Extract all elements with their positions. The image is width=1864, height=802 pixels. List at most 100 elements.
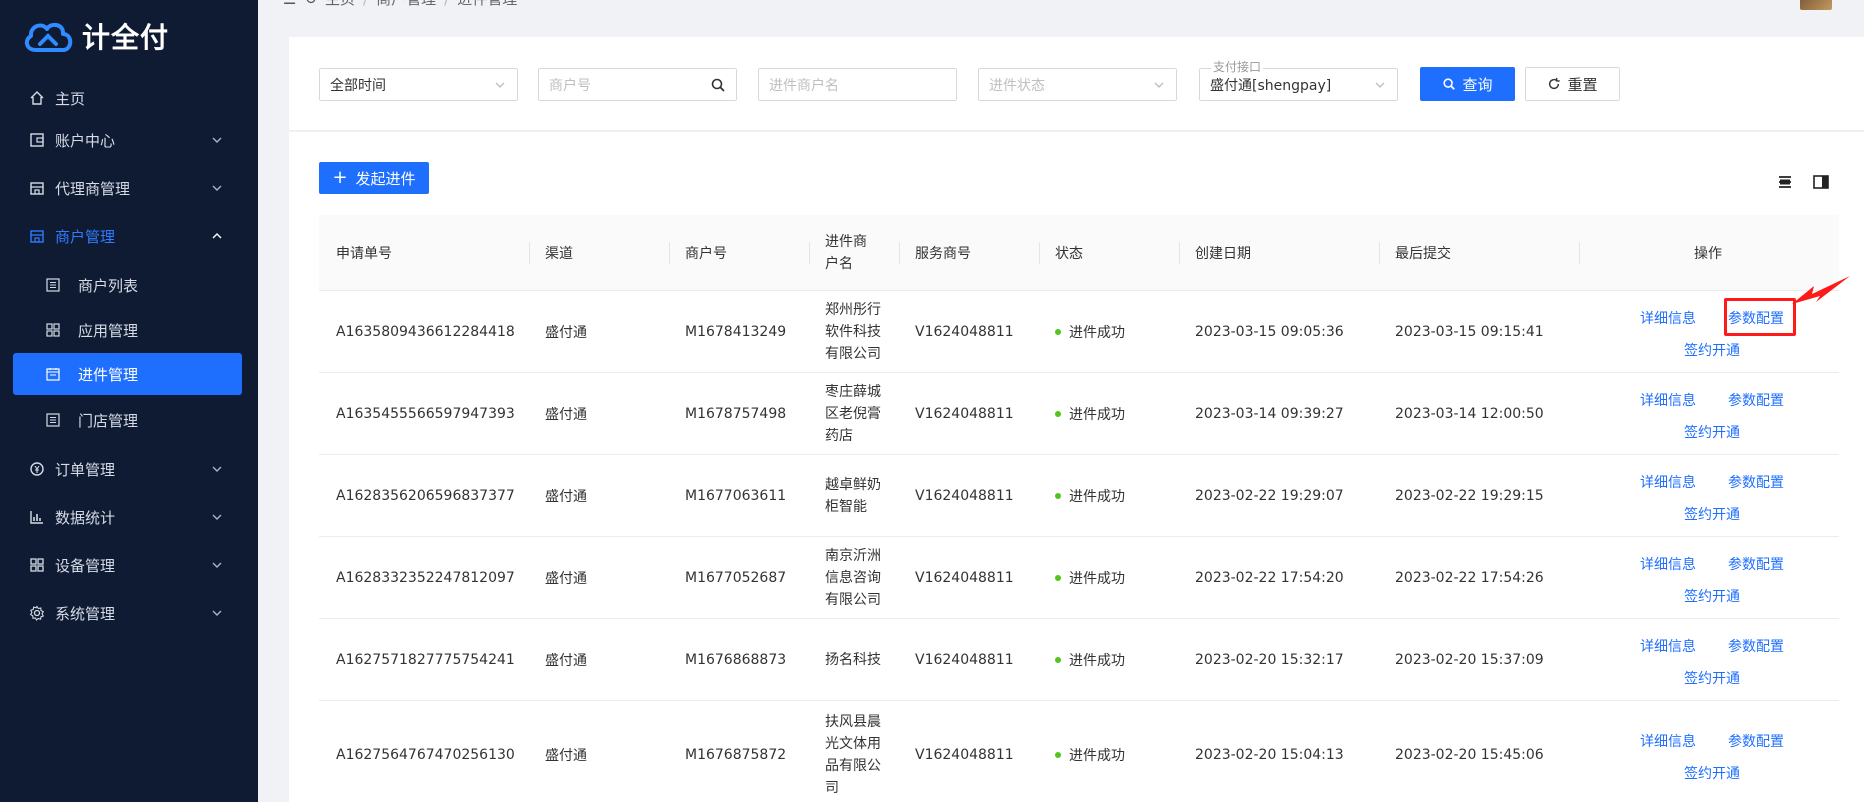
sign-open-link[interactable]: 签约开通 [1684, 668, 1740, 688]
sidebar-item-label: 订单管理 [55, 460, 116, 479]
cell-merchant-name-line: 柜智能 [825, 499, 867, 515]
refresh-icon[interactable]: ↻ [304, 0, 317, 8]
sidebar-item-account[interactable]: 账户中心 [0, 118, 258, 162]
cell-merchant-name: 郑州彤行 软件科技 有限公司 [825, 299, 885, 365]
table-row: A1635809436612284418 盛付通 M1678413249 郑州彤行 软件… [319, 291, 1839, 373]
column-header-last-submitted: 最后提交 [1395, 246, 1451, 262]
cloud-logo-icon [24, 22, 73, 52]
detail-link[interactable]: 详细信息 [1640, 554, 1696, 574]
column-header-status: 状态 [1055, 246, 1083, 262]
sidebar-subitem-store-management[interactable]: 门店管理 [0, 398, 258, 442]
chevron-down-icon [495, 82, 505, 88]
breadcrumb-separator: / [444, 0, 449, 8]
status-text: 进件成功 [1069, 489, 1125, 505]
sidebar-item-label: 数据统计 [55, 508, 116, 527]
sidebar-item-statistics[interactable]: 数据统计 [0, 495, 258, 539]
merchant-no-input[interactable]: 商户号 [538, 68, 737, 101]
list-icon [45, 412, 61, 428]
chevron-down-icon [1154, 82, 1164, 88]
avatar[interactable] [1800, 0, 1832, 10]
sidebar-item-merchant[interactable]: 商户管理 [0, 214, 258, 258]
merchant-name-input[interactable]: 进件商户名 [758, 68, 957, 101]
params-config-link[interactable]: 参数配置 [1728, 472, 1784, 492]
cell-id: A1628356206596837377 [336, 488, 515, 504]
cell-channel: 盛付通 [545, 653, 587, 669]
cell-id: A1627564767470256130 [336, 747, 515, 763]
cell-merchant-name-line: 扶风县晨 [825, 714, 881, 730]
search-icon[interactable] [710, 77, 726, 93]
cell-merchant-name-line: 扬名科技 [825, 652, 881, 668]
detail-link[interactable]: 详细信息 [1640, 731, 1696, 751]
table-row: A1627564767470256130 盛付通 M1676875872 扶风县晨 光文… [319, 701, 1839, 802]
chevron-down-icon [210, 510, 224, 524]
status-badge: 进件成功 [1055, 649, 1125, 671]
params-config-link[interactable]: 参数配置 [1728, 390, 1784, 410]
cell-merchant-name-line: 光文体用 [825, 736, 881, 752]
cell-created: 2023-02-20 15:32:17 [1195, 652, 1344, 668]
status-select[interactable]: 进件状态 [978, 68, 1177, 101]
calendar-icon [45, 366, 61, 382]
add-onboarding-label: 发起进件 [355, 169, 416, 188]
status-text: 进件成功 [1069, 325, 1125, 341]
app-logo[interactable]: 计全付 [22, 14, 169, 58]
cell-last-submitted: 2023-03-15 09:15:41 [1395, 324, 1544, 340]
params-config-link[interactable]: 参数配置 [1728, 636, 1784, 656]
cell-merchant-name-line: 药店 [825, 428, 853, 444]
sidebar-subitem-app-management[interactable]: 应用管理 [0, 308, 258, 352]
status-badge: 进件成功 [1055, 744, 1125, 766]
cell-service-no: V1624048811 [915, 652, 1014, 668]
wallet-icon [28, 131, 46, 149]
detail-link[interactable]: 详细信息 [1640, 472, 1696, 492]
column-separator [1379, 242, 1380, 264]
menu-toggle-icon[interactable]: ☰ [283, 0, 296, 8]
cell-service-no: V1624048811 [915, 570, 1014, 586]
detail-link[interactable]: 详细信息 [1640, 636, 1696, 656]
sidebar-item-agent[interactable]: 代理商管理 [0, 166, 258, 210]
density-icon[interactable] [1776, 173, 1794, 191]
sidebar-subitem-merchant-list[interactable]: 商户列表 [0, 263, 258, 307]
cell-created: 2023-02-22 17:54:20 [1195, 570, 1344, 586]
sidebar-item-home[interactable]: 主页 [0, 76, 258, 120]
breadcrumb-item[interactable]: 主页 [325, 0, 355, 9]
pay-interface-value: 盛付通[shengpay] [1210, 77, 1332, 94]
reset-button[interactable]: 重置 [1525, 67, 1620, 101]
add-onboarding-button[interactable]: + 发起进件 [319, 162, 429, 194]
sign-open-link[interactable]: 签约开通 [1684, 504, 1740, 524]
chevron-up-icon [210, 229, 224, 243]
sidebar-subitem-onboarding[interactable]: 进件管理 [13, 353, 242, 395]
cell-created: 2023-02-22 19:29:07 [1195, 488, 1344, 504]
apps-icon [45, 322, 61, 338]
detail-link[interactable]: 详细信息 [1640, 308, 1696, 328]
cell-merchant-name-line: 越卓鲜奶 [825, 477, 881, 493]
sidebar-item-system[interactable]: 系统管理 [0, 591, 258, 635]
query-button[interactable]: 查询 [1420, 67, 1515, 101]
status-dot-icon [1055, 493, 1061, 499]
sign-open-link[interactable]: 签约开通 [1684, 422, 1740, 442]
sidebar-item-orders[interactable]: 订单管理 [0, 447, 258, 491]
cell-last-submitted: 2023-02-22 19:29:15 [1395, 488, 1544, 504]
sign-open-link[interactable]: 签约开通 [1684, 340, 1740, 360]
cell-last-submitted: 2023-03-14 12:00:50 [1395, 406, 1544, 422]
grid-icon [28, 556, 46, 574]
order-icon [28, 460, 46, 478]
time-select[interactable]: 全部时间 [319, 68, 518, 101]
column-separator [529, 242, 530, 264]
home-icon [28, 89, 46, 107]
sign-open-link[interactable]: 签约开通 [1684, 763, 1740, 783]
detail-link[interactable]: 详细信息 [1640, 390, 1696, 410]
table-row: A1628356206596837377 盛付通 M1677063611 越卓鲜奶 柜智… [319, 455, 1839, 537]
sidebar-item-devices[interactable]: 设备管理 [0, 543, 258, 587]
params-config-link[interactable]: 参数配置 [1728, 554, 1784, 574]
breadcrumb: ☰ ↻ 主页 / 商户管理 / 进件管理 [283, 0, 517, 9]
breadcrumb-item[interactable]: 商户管理 [376, 0, 436, 9]
column-separator [809, 242, 810, 264]
cell-merchant-name-line: 枣庄薛城 [825, 384, 881, 400]
sign-open-link[interactable]: 签约开通 [1684, 586, 1740, 606]
params-config-link[interactable]: 参数配置 [1728, 731, 1784, 751]
status-select-placeholder: 进件状态 [989, 77, 1045, 94]
column-separator [1039, 242, 1040, 264]
status-badge: 进件成功 [1055, 403, 1125, 425]
column-settings-icon[interactable] [1812, 173, 1830, 191]
status-text: 进件成功 [1069, 748, 1125, 764]
plus-icon: + [332, 167, 348, 188]
